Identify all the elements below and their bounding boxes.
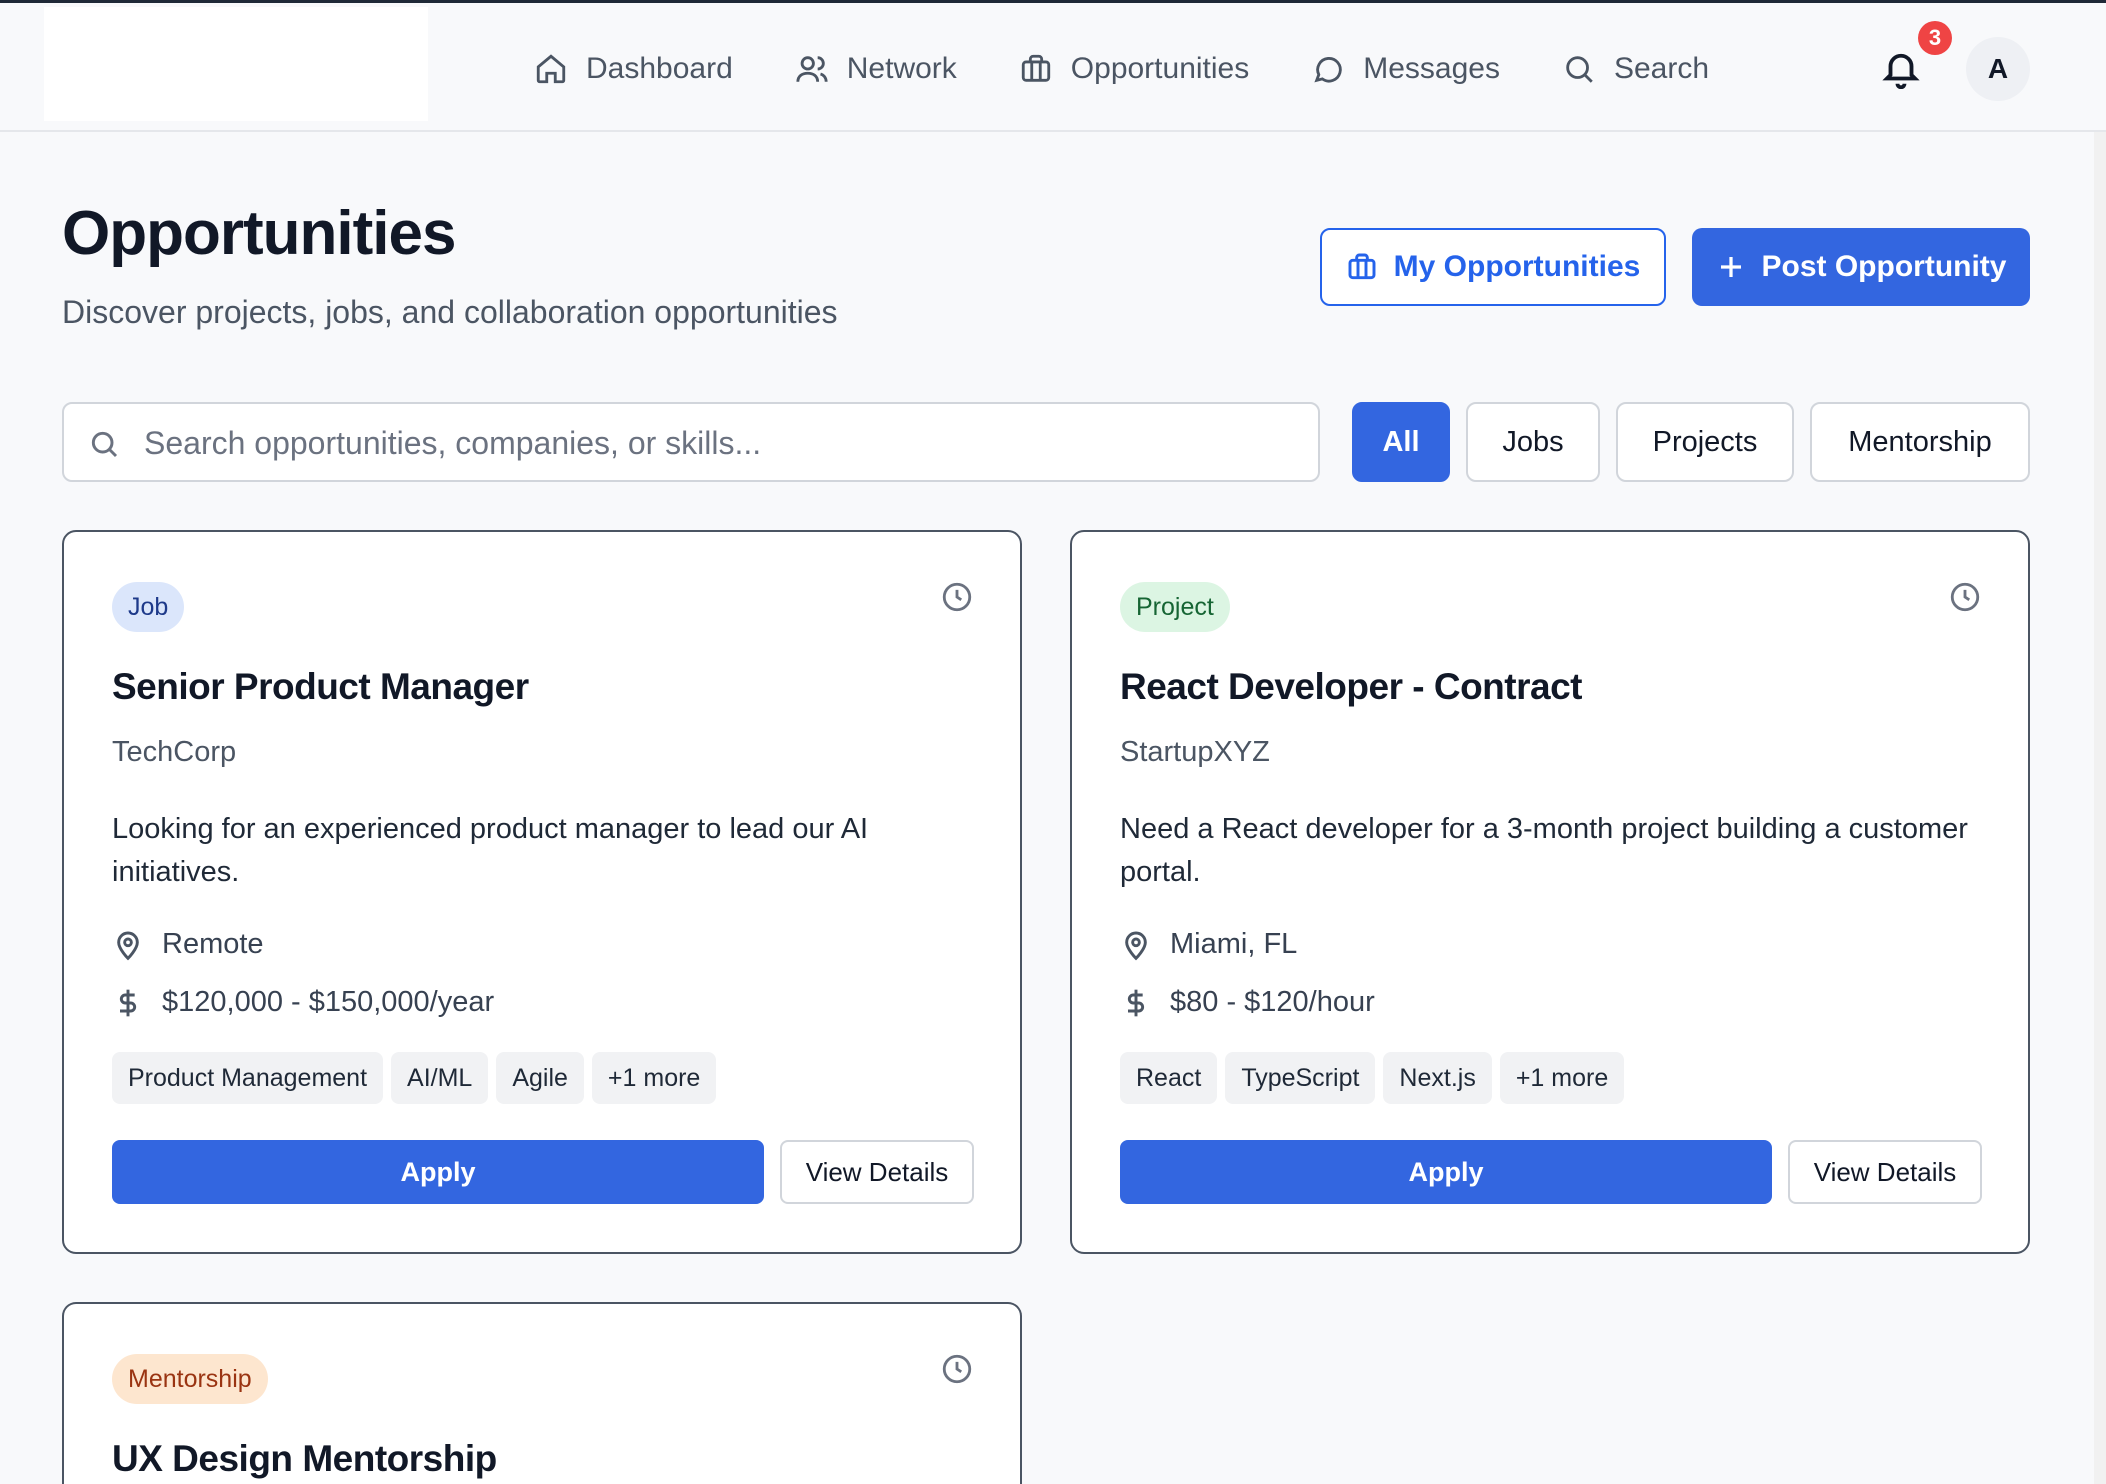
- location-text: Remote: [162, 928, 264, 960]
- user-avatar[interactable]: A: [1966, 37, 2030, 101]
- nav-item-network[interactable]: Network: [795, 52, 957, 86]
- apply-button[interactable]: Apply: [112, 1140, 764, 1204]
- skill-tag: Product Management: [112, 1052, 384, 1104]
- nav-item-dashboard[interactable]: Dashboard: [534, 52, 733, 86]
- opportunity-card: Mentorship UX Design Mentorship: [62, 1302, 1022, 1484]
- clock-icon: [940, 1352, 974, 1386]
- clock-icon: [940, 580, 974, 614]
- skill-tags: React TypeScript Next.js +1 more: [1120, 1052, 1625, 1104]
- users-icon: [796, 56, 828, 82]
- post-opportunity-button[interactable]: Post Opportunity: [1692, 228, 2030, 306]
- main-nav: Dashboard Network Opportunities Messages…: [534, 39, 1771, 99]
- dollar-icon: [119, 989, 137, 1016]
- card-title: React Developer - Contract: [1120, 666, 1582, 707]
- dollar-icon: [1127, 989, 1145, 1016]
- card-location: Remote: [112, 928, 264, 961]
- nav-item-search[interactable]: Search: [1562, 52, 1709, 86]
- nav-item-label: Network: [846, 52, 957, 85]
- card-company: TechCorp: [112, 736, 237, 768]
- top-navigation-bar: Dashboard Network Opportunities Messages…: [0, 0, 2106, 132]
- card-title: Senior Product Manager: [112, 666, 529, 707]
- card-company: StartupXYZ: [1120, 736, 1270, 768]
- card-description: Looking for an experienced product manag…: [112, 813, 869, 888]
- clock-icon: [1948, 580, 1982, 614]
- map-pin-icon: [1125, 931, 1147, 960]
- home-icon: [536, 54, 566, 84]
- card-description: Need a React developer for a 3-month pro…: [1120, 813, 1968, 888]
- nav-item-label: Opportunities: [1070, 52, 1250, 85]
- nav-item-opportunities[interactable]: Opportunities: [1019, 52, 1249, 86]
- briefcase-icon: [1021, 54, 1050, 82]
- nav-item-label: Dashboard: [586, 52, 733, 85]
- map-pin-icon: [117, 931, 139, 960]
- opportunity-card: Project React Developer - Contract Start…: [1070, 530, 2030, 1254]
- skill-tags: Product Management AI/ML Agile +1 more: [112, 1052, 717, 1104]
- location-text: Miami, FL: [1170, 928, 1298, 960]
- bell-icon: [1882, 53, 1920, 90]
- my-opportunities-button[interactable]: My Opportunities: [1320, 228, 1666, 306]
- filter-all[interactable]: All: [1352, 402, 1450, 482]
- skill-tag: AI/ML: [391, 1052, 489, 1104]
- notifications-button[interactable]: [1880, 47, 1924, 91]
- compensation-text: $80 - $120/hour: [1170, 986, 1375, 1018]
- logo-placeholder[interactable]: [44, 7, 428, 121]
- search-input[interactable]: [144, 416, 1294, 470]
- card-compensation: $80 - $120/hour: [1120, 986, 1375, 1019]
- message-icon: [1314, 57, 1342, 83]
- page-title: Opportunities: [62, 199, 456, 268]
- page-scrollbar[interactable]: [2094, 132, 2106, 1484]
- card-compensation: $120,000 - $150,000/year: [112, 986, 494, 1019]
- filter-jobs[interactable]: Jobs: [1466, 402, 1600, 482]
- more-skills-tag[interactable]: +1 more: [1499, 1052, 1625, 1104]
- opportunity-card: Job Senior Product Manager TechCorp Look…: [62, 530, 1022, 1254]
- filter-mentorship[interactable]: Mentorship: [1810, 402, 2030, 482]
- search-box: [62, 402, 1320, 482]
- filter-projects[interactable]: Projects: [1616, 402, 1794, 482]
- nav-item-label: Messages: [1363, 52, 1500, 85]
- card-location: Miami, FL: [1120, 928, 1297, 961]
- more-skills-tag[interactable]: +1 more: [591, 1052, 717, 1104]
- apply-button[interactable]: Apply: [1120, 1140, 1772, 1204]
- view-details-button[interactable]: View Details: [780, 1140, 974, 1204]
- briefcase-icon: [1348, 253, 1376, 280]
- button-label: My Opportunities: [1393, 250, 1641, 283]
- compensation-text: $120,000 - $150,000/year: [162, 986, 495, 1018]
- skill-tag: TypeScript: [1225, 1052, 1376, 1104]
- search-icon: [91, 431, 118, 458]
- skill-tag: Agile: [496, 1052, 584, 1104]
- nav-item-label: Search: [1613, 52, 1710, 85]
- card-title: UX Design Mentorship: [112, 1438, 497, 1479]
- nav-item-messages[interactable]: Messages: [1311, 52, 1500, 86]
- type-tag: Job: [112, 582, 185, 632]
- plus-icon: [1720, 257, 1741, 277]
- view-details-button[interactable]: View Details: [1788, 1140, 1982, 1204]
- skill-tag: Next.js: [1383, 1052, 1492, 1104]
- skill-tag: React: [1120, 1052, 1218, 1104]
- type-tag: Project: [1120, 582, 1230, 632]
- notification-count-badge: 3: [1918, 21, 1952, 55]
- type-tag: Mentorship: [112, 1354, 268, 1404]
- page-subtitle: Discover projects, jobs, and collaborati…: [62, 294, 838, 330]
- search-icon: [1566, 56, 1593, 83]
- button-label: Post Opportunity: [1761, 250, 2007, 283]
